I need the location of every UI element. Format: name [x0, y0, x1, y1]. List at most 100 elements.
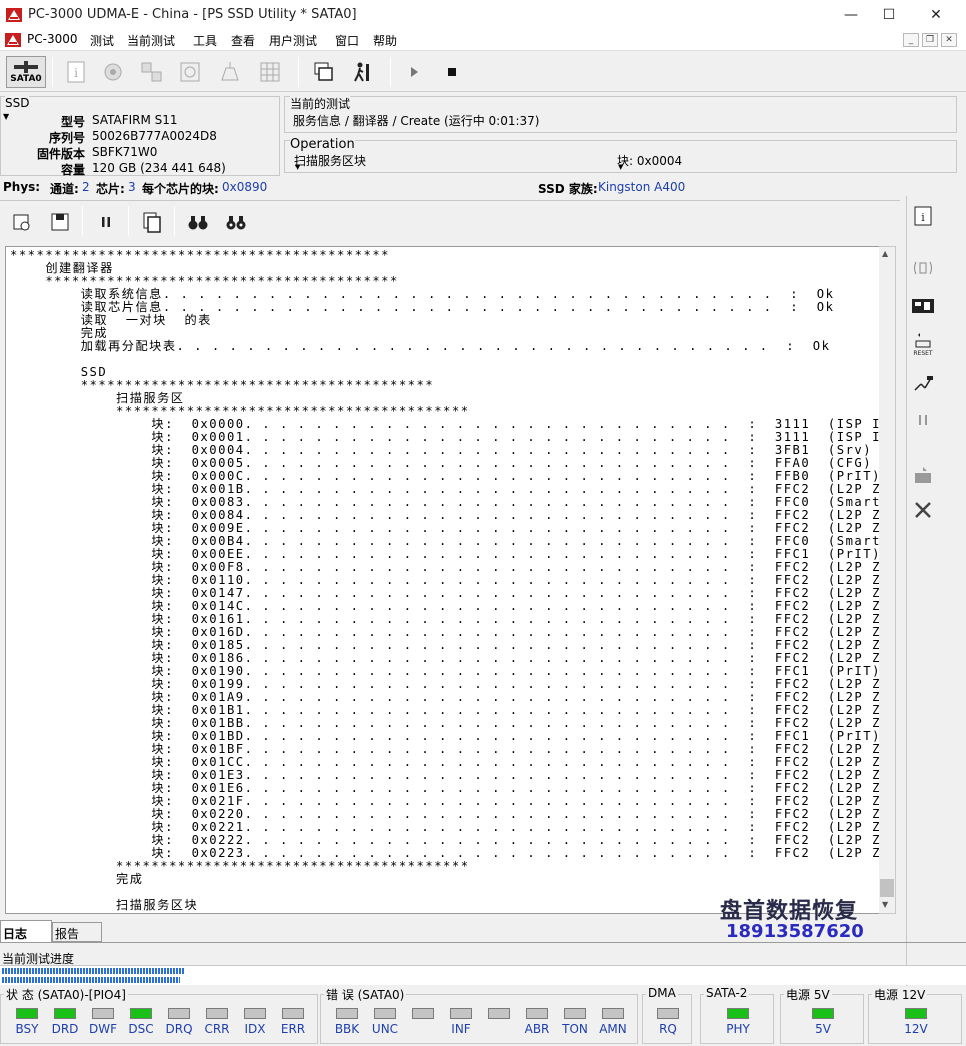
- status-led: [602, 1008, 624, 1019]
- menu-tools[interactable]: 工具: [193, 32, 217, 49]
- operation-panel: Operation 扫描服务区块 ▼ 块: 0x0004 ▼: [284, 137, 957, 173]
- status-led: [206, 1008, 228, 1019]
- menu-help[interactable]: 帮助: [373, 32, 397, 49]
- erase-tool-button[interactable]: [214, 56, 246, 88]
- pc3000-logo-icon: [6, 8, 22, 22]
- document-info-icon: i: [67, 61, 85, 83]
- status-led-label: PHY: [726, 1022, 750, 1036]
- pc3000-menu-logo-icon: [5, 33, 21, 47]
- gear-chip-icon: [104, 63, 122, 81]
- scroll-down-icon[interactable]: ▼: [882, 900, 888, 909]
- progress-bar-secondary: [2, 977, 180, 983]
- copy-tool-button[interactable]: [136, 206, 168, 238]
- side-reset-button[interactable]: RESET: [907, 328, 939, 360]
- stop-button[interactable]: [436, 56, 468, 88]
- maximize-button[interactable]: ☐: [866, 0, 912, 30]
- modules-tool-button[interactable]: [136, 56, 168, 88]
- log-scrollbar[interactable]: ▲ ▼: [879, 246, 896, 914]
- binoculars-next-icon: [226, 216, 246, 230]
- mdi-restore-button[interactable]: ❐: [922, 33, 938, 47]
- side-doc-info-button[interactable]: i: [907, 200, 939, 232]
- menu-bar: PC-3000 测试 当前测试 工具 查看 用户测试 窗口 帮助: [0, 30, 966, 51]
- pause-icon: [919, 415, 927, 425]
- status-led: [657, 1008, 679, 1019]
- status-led: [412, 1008, 434, 1019]
- status-led-label: TON: [562, 1022, 588, 1036]
- status-group-title: 电源 5V: [784, 986, 832, 1003]
- mdi-minimize-button[interactable]: _: [903, 33, 919, 47]
- info-tool-button[interactable]: i: [60, 56, 92, 88]
- menu-window[interactable]: 窗口: [335, 32, 359, 49]
- status-led-label: DRQ: [165, 1022, 193, 1036]
- side-board-button[interactable]: [907, 290, 939, 322]
- sata0-port-button[interactable]: SATA0: [6, 56, 46, 88]
- save-tool-button[interactable]: [44, 206, 76, 238]
- side-pause-button[interactable]: [907, 404, 939, 436]
- find-next-button[interactable]: [220, 206, 252, 238]
- pause-button[interactable]: [90, 206, 122, 238]
- menu-pc3000[interactable]: PC-3000: [27, 32, 77, 46]
- progress-bar: [2, 968, 184, 974]
- log-output[interactable]: ****************************************…: [5, 246, 880, 914]
- window-title: PC-3000 UDMA-E - China - [PS SSD Utility…: [28, 7, 357, 22]
- status-led-label: DRD: [51, 1022, 79, 1036]
- side-power-button[interactable]: [907, 366, 939, 398]
- tab-report[interactable]: 报告: [52, 922, 102, 942]
- erase-icon: [221, 62, 239, 81]
- find-button[interactable]: [182, 206, 214, 238]
- status-group: DMA RQ: [642, 986, 692, 1044]
- toolbar-separator: [82, 206, 83, 236]
- tab-log[interactable]: 日志: [0, 920, 52, 942]
- play-icon: [411, 67, 418, 77]
- ssd-group-title: SSD: [5, 96, 30, 110]
- reset-icon: RESET: [913, 333, 933, 357]
- mdi-close-button[interactable]: ✕: [941, 33, 957, 47]
- side-signal-button[interactable]: [907, 252, 939, 284]
- firmware-label: 固件版本: [36, 147, 85, 161]
- scroll-up-icon[interactable]: ▲: [882, 249, 888, 258]
- status-led: [336, 1008, 358, 1019]
- capacity-label: 容量: [60, 163, 85, 177]
- status-led-label: BSY: [15, 1022, 39, 1036]
- ssd-family-value: Kingston A400: [598, 180, 686, 194]
- power-switch-icon: [914, 376, 933, 391]
- gear-document-icon: [13, 214, 30, 231]
- status-led: [526, 1008, 548, 1019]
- scroll-thumb[interactable]: [880, 879, 894, 897]
- table-tool-button[interactable]: [254, 56, 286, 88]
- side-chip-button[interactable]: [907, 460, 939, 492]
- copy-pages-icon: [143, 212, 161, 233]
- menu-view[interactable]: 查看: [231, 32, 255, 49]
- chip-tool-button[interactable]: [98, 56, 130, 88]
- modules-icon: [141, 62, 162, 82]
- sata-connector-icon: [14, 61, 38, 73]
- block-dropdown-icon[interactable]: ▼: [618, 163, 623, 171]
- sata-port-label: SATA0: [10, 74, 42, 84]
- serial-value: 50026B777A0024D8: [92, 129, 217, 143]
- operation-dropdown-icon[interactable]: ▼: [295, 163, 300, 171]
- main-toolbar: SATA0 i: [0, 52, 966, 92]
- windows-tool-button[interactable]: [308, 56, 340, 88]
- status-led: [92, 1008, 114, 1019]
- menu-test[interactable]: 测试: [90, 32, 114, 49]
- menu-current-test[interactable]: 当前测试: [127, 32, 175, 49]
- status-led: [727, 1008, 749, 1019]
- walk-tool-button[interactable]: [346, 56, 378, 88]
- translator-tool-button[interactable]: [174, 56, 206, 88]
- settings-tool-button[interactable]: [6, 206, 38, 238]
- wrench-screwdriver-icon: [915, 502, 931, 518]
- menu-user-test[interactable]: 用户测试: [269, 32, 317, 49]
- status-led: [564, 1008, 586, 1019]
- signal-waves-icon: [914, 261, 932, 275]
- chips-label: 芯片:: [96, 182, 125, 196]
- translator-icon: [180, 62, 200, 82]
- side-tools-button[interactable]: [907, 494, 939, 526]
- close-button[interactable]: ✕: [913, 0, 959, 30]
- watermark-phone: 18913587620: [726, 921, 864, 942]
- operation-title: Operation: [290, 137, 355, 152]
- play-button[interactable]: [398, 56, 430, 88]
- operation-block: 块: 0x0004: [617, 154, 683, 168]
- ssd-info-panel: SSD ▼ 型号 SATAFIRM S11 序列号 50026B777A0024…: [0, 96, 280, 177]
- binoculars-icon: [188, 216, 208, 230]
- status-led: [374, 1008, 396, 1019]
